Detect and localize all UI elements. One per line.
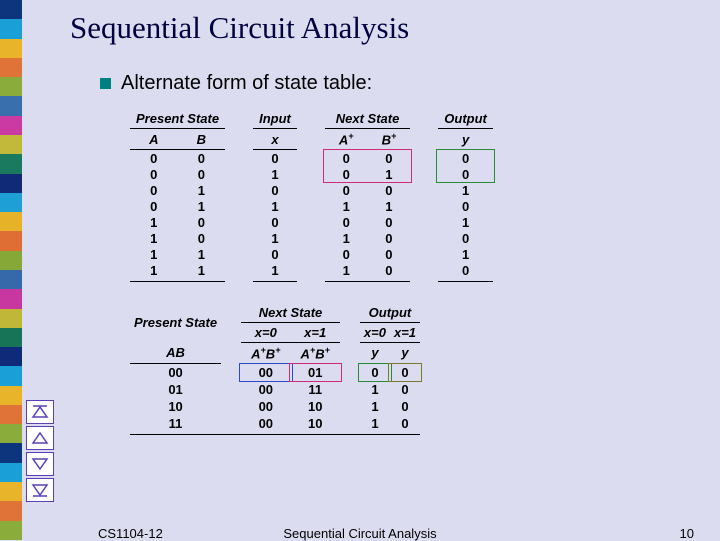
table-row: 01001110	[130, 381, 420, 398]
table-row: 10001010	[130, 398, 420, 415]
table-row: 100001	[130, 214, 493, 230]
state-table-1: Present State Input Next State Output A …	[130, 109, 493, 282]
sidebar-stripe	[0, 289, 22, 308]
sidebar-stripe	[0, 347, 22, 366]
t1-ch-x: x	[253, 129, 297, 150]
table-row: 110001	[130, 246, 493, 262]
nav-first-icon	[31, 405, 49, 419]
t2-ch-AB: AB	[130, 342, 221, 363]
table-row: 11001010	[130, 415, 420, 435]
sidebar-stripe	[0, 463, 22, 482]
t1-ch-y: y	[438, 129, 493, 150]
state-table-1-wrap: Present State Input Next State Output A …	[130, 109, 493, 282]
t2-gh-next: Next State	[241, 303, 340, 323]
t2-ch-y1: y	[390, 342, 420, 363]
sidebar-stripe	[0, 386, 22, 405]
sidebar-stripe	[0, 0, 22, 19]
sidebar-stripe	[0, 501, 22, 520]
table-row: 00000100	[130, 364, 420, 382]
nav-prev-icon	[31, 431, 49, 445]
sidebar-stripe	[0, 39, 22, 58]
state-table-2-wrap: Present State Next State Output x=0 x=1 …	[130, 303, 700, 435]
t2-gh-output: Output	[360, 303, 420, 323]
footer-right: 10	[680, 526, 694, 541]
table-row: 011110	[130, 198, 493, 214]
slide-title: Sequential Circuit Analysis	[70, 10, 700, 46]
t1-gh-present: Present State	[130, 109, 225, 129]
sidebar-stripe	[0, 193, 22, 212]
sidebar-stripe	[0, 328, 22, 347]
table-row: 000000	[130, 150, 493, 167]
sidebar-stripe	[0, 77, 22, 96]
bullet-square-icon	[100, 78, 111, 89]
sidebar-stripe	[0, 443, 22, 462]
nav-button-group	[26, 400, 54, 502]
sidebar-stripe	[0, 58, 22, 77]
t2-sh-o1: x=1	[390, 322, 420, 342]
sidebar-stripe	[0, 19, 22, 38]
sidebar-stripe	[0, 116, 22, 135]
t2-ch-y0: y	[360, 342, 390, 363]
table-row: 010001	[130, 182, 493, 198]
t2-ch-ApBp0: A+B+	[241, 342, 290, 363]
t2-sh-ns0: x=0	[241, 322, 290, 342]
state-table-2: Present State Next State Output x=0 x=1 …	[130, 303, 420, 435]
nav-next-button[interactable]	[26, 452, 54, 476]
sidebar-stripe	[0, 212, 22, 231]
sidebar-stripe	[0, 482, 22, 501]
decorative-sidebar	[0, 0, 22, 540]
bullet-item: Alternate form of state table:	[100, 72, 700, 95]
sidebar-stripe	[0, 135, 22, 154]
t1-gh-output: Output	[438, 109, 493, 129]
t1-ch-Bp: B+	[368, 129, 411, 150]
sidebar-stripe	[0, 424, 22, 443]
footer-center: Sequential Circuit Analysis	[0, 526, 720, 541]
nav-last-icon	[31, 483, 49, 497]
t2-ch-ApBp1: A+B+	[291, 342, 340, 363]
nav-first-button[interactable]	[26, 400, 54, 424]
t1-ch-B: B	[178, 129, 226, 150]
sidebar-stripe	[0, 96, 22, 115]
t1-ch-A: A	[130, 129, 178, 150]
t1-gh-next: Next State	[325, 109, 410, 129]
nav-next-icon	[31, 457, 49, 471]
sidebar-stripe	[0, 154, 22, 173]
sidebar-stripe	[0, 405, 22, 424]
nav-prev-button[interactable]	[26, 426, 54, 450]
t1-ch-Ap: A+	[325, 129, 368, 150]
sidebar-stripe	[0, 251, 22, 270]
t2-gh-present: Present State	[130, 303, 221, 343]
sidebar-stripe	[0, 366, 22, 385]
table-row: 111100	[130, 262, 493, 281]
sidebar-stripe	[0, 270, 22, 289]
t1-gh-input: Input	[253, 109, 297, 129]
t2-sh-ns1: x=1	[291, 322, 340, 342]
bullet-text: Alternate form of state table:	[121, 72, 372, 95]
table-row: 101100	[130, 230, 493, 246]
nav-last-button[interactable]	[26, 478, 54, 502]
t2-sh-o0: x=0	[360, 322, 390, 342]
table-row: 001010	[130, 166, 493, 182]
slide-content: Sequential Circuit Analysis Alternate fo…	[70, 10, 700, 435]
sidebar-stripe	[0, 174, 22, 193]
sidebar-stripe	[0, 309, 22, 328]
sidebar-stripe	[0, 231, 22, 250]
